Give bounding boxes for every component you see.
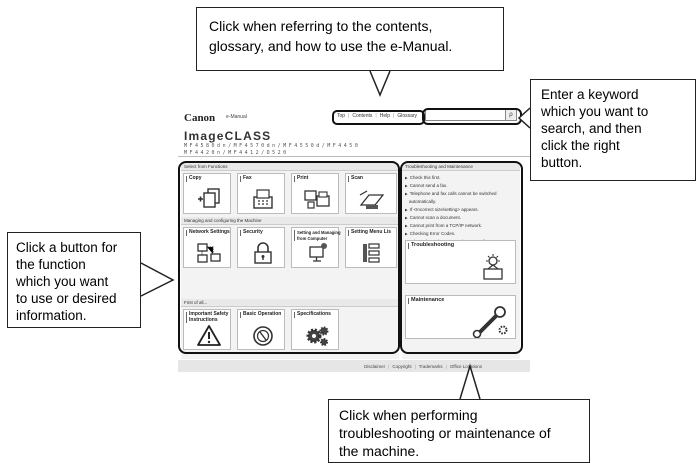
callout-text: click the right <box>541 138 620 153</box>
callout-troubleshooting: Click when performing troubleshooting or… <box>328 399 590 463</box>
footer-disclaimer-link[interactable]: Disclaimer <box>362 364 387 369</box>
callout-text: to use or desired <box>16 291 117 306</box>
callout-text: search, and then <box>541 121 642 136</box>
callout-functions: Click a button for the function which yo… <box>7 232 141 328</box>
footer-copyright-link[interactable]: Copyright <box>390 364 413 369</box>
callout-text: the machine. <box>339 443 420 459</box>
footer-bar: Disclaimer | Copyright | Trademarks | Of… <box>178 360 530 372</box>
footer-office-locations-link[interactable]: Office Locations <box>448 364 484 369</box>
callout-text: the function <box>16 257 86 272</box>
callout-search: Enter a keyword which you want to search… <box>530 79 696 181</box>
nav-highlight-frame <box>332 110 425 125</box>
callout-text: Enter a keyword <box>541 87 639 102</box>
emanual-label: e-Manual <box>226 114 247 120</box>
model-title: ImageCLASS <box>184 129 272 143</box>
callout-text: troubleshooting or maintenance of <box>339 425 551 441</box>
callout-text: Click a button for <box>16 240 118 255</box>
callout-text: which you want <box>16 274 109 289</box>
footer-links: Disclaimer | Copyright | Trademarks | Of… <box>362 360 484 372</box>
troubleshooting-highlight-frame <box>400 161 523 354</box>
callout-text: information. <box>16 308 87 323</box>
search-highlight-frame <box>422 108 522 125</box>
callout-contents-glossary: Click when referring to the contents, gl… <box>196 7 504 71</box>
callout-text: glossary, and how to use the e-Manual. <box>209 38 453 54</box>
callout-text: which you want to <box>541 104 649 119</box>
callout-text: button. <box>541 155 583 170</box>
model-numbers-line1: MF4580dn/MF4570dn/MF4550d/MF4450 <box>184 143 361 149</box>
functions-highlight-frame <box>178 161 400 354</box>
header-divider <box>178 156 530 157</box>
footer-trademarks-link[interactable]: Trademarks <box>417 364 445 369</box>
callout-text: Click when performing <box>339 407 478 423</box>
callout-text: Click when referring to the contents, <box>209 18 433 34</box>
canon-logo: Canon <box>184 112 216 124</box>
